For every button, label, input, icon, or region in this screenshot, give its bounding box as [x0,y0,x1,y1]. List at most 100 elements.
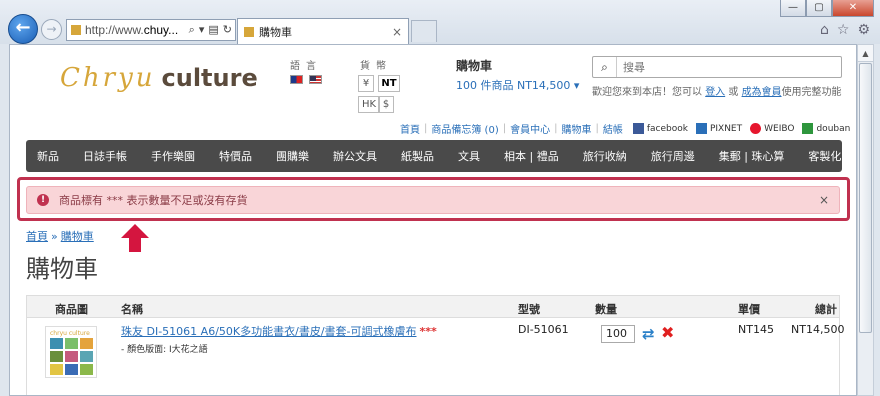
table-row: chryu culture 珠友 DI-51061 A6/50K多功能書衣/書皮… [27,318,844,395]
scroll-thumb[interactable] [859,63,872,333]
compat-view-icon[interactable]: ▤ [208,23,218,37]
language-label: 語言 [290,61,322,72]
minimize-button[interactable]: — [780,0,806,17]
header-unit-price: 單價 [738,303,760,316]
facebook-icon [632,123,644,134]
toplink-cart[interactable]: 購物車 [561,121,591,136]
unit-price: NT145 [738,323,774,336]
cart-count[interactable]: 100 件商品 NT14,500 ▾ [456,77,579,93]
currency-hk[interactable]: HK [358,96,380,113]
scroll-up-button[interactable]: ▲ [858,45,873,62]
site-logo[interactable]: Chryu culture [60,63,258,93]
breadcrumb-home[interactable]: 首頁 [26,230,48,243]
vertical-scrollbar[interactable]: ▲ [857,44,874,396]
social-pixnet[interactable]: PIXNET [710,124,742,134]
cart-table: 商品圖 名稱 型號 數量 單價 總計 chryu culture 珠友 DI-5… [26,295,844,395]
quantity-input[interactable]: 100 [601,325,635,343]
search-input[interactable] [617,60,817,74]
address-url: http://www.chuy... [85,23,179,37]
currency-yen[interactable]: ¥ [358,75,374,92]
search-icon[interactable]: ⌕ [593,57,617,77]
taiwan-flag-icon[interactable] [290,75,303,84]
nav-item-group-buy[interactable]: 團購樂 [276,148,309,164]
nav-item-planner[interactable]: 日誌手帳 [83,148,127,164]
breadcrumb: 首頁» 購物車 [26,230,94,243]
search-icon[interactable]: ⌕ [189,23,195,37]
back-button[interactable]: ← [8,14,38,44]
toplink-checkout[interactable]: 結帳 [603,121,623,136]
pixnet-icon [695,123,707,134]
close-window-button[interactable]: ✕ [832,0,874,17]
address-bar[interactable]: http://www.chuy... ⌕ ▾ ▤ ↻ [66,19,236,41]
login-link[interactable]: 登入 [705,87,725,98]
weibo-icon [750,123,762,134]
social-facebook[interactable]: facebook [647,124,688,134]
table-header: 商品圖 名稱 型號 數量 單價 總計 [27,296,839,318]
register-link[interactable]: 成為會員 [742,87,782,98]
cart-title: 購物車 [456,59,493,73]
currency-selector: 貨幣 ¥ NT HK $ [358,57,400,113]
nav-item-office[interactable]: 辦公文具 [333,148,377,164]
product-thumbnail[interactable]: chryu culture [45,326,97,378]
nav-item-stationery[interactable]: 文具 [458,148,480,164]
update-quantity-icon[interactable]: ⇄ [642,325,655,343]
main-nav: 新品 日誌手帳 手作樂園 特價品 團購樂 辦公文具 紙製品 文具 相本 | 禮品… [26,140,842,172]
forward-button[interactable]: → [41,19,62,40]
new-tab-button[interactable] [411,20,437,42]
stock-warning-alert: ! 商品標有 *** 表示數量不足或沒有存貨 × [26,186,840,214]
tab-close-icon[interactable]: × [392,25,402,39]
maximize-button[interactable]: ▢ [806,0,832,17]
product-name-link[interactable]: 珠友 DI-51061 A6/50K多功能書衣/書皮/書套-可調式橡膚布 [121,325,417,338]
up-arrow-annotation [121,224,149,252]
header-name: 名稱 [121,303,143,316]
nav-item-stamp-abacus[interactable]: 集郵 | 珠心算 [719,148,785,164]
currency-usd[interactable]: $ [378,96,394,113]
nav-item-custom[interactable]: 客製化 [808,148,841,164]
social-weibo[interactable]: WEIBO [764,124,794,134]
product-name-cell: 珠友 DI-51061 A6/50K多功能書衣/書皮/書套-可調式橡膚布 *** … [121,323,437,355]
nav-item-craft[interactable]: 手作樂園 [151,148,195,164]
nav-item-new[interactable]: 新品 [37,148,59,164]
favorites-star-icon[interactable]: ☆ [837,22,850,38]
top-links: 首頁 | 商品備忘簿 (0) | 會員中心 | 購物車 | 結帳 facebook PI… [400,121,851,136]
nav-item-paper[interactable]: 紙製品 [401,148,434,164]
currency-label: 貨幣 [360,61,392,72]
tab-title: 購物車 [259,25,292,39]
header-total: 總計 [815,303,837,316]
breadcrumb-cart[interactable]: 購物車 [61,230,94,243]
toplink-wishlist[interactable]: 商品備忘簿 (0) [431,121,498,136]
window-controls: — ▢ ✕ [780,0,874,17]
page-title: 購物車 [26,255,98,283]
nav-item-travel-storage[interactable]: 旅行收納 [583,148,627,164]
refresh-icon[interactable]: ↻ [223,23,232,37]
welcome-text: 歡迎您來到本店！您可以 登入 或 成為會員使用完整功能 [592,87,842,98]
douban-icon [802,123,814,134]
alert-icon: ! [37,194,49,206]
nav-item-sale[interactable]: 特價品 [219,148,252,164]
nav-item-album-gift[interactable]: 相本 | 禮品 [504,148,559,164]
search-box: ⌕ [592,56,842,78]
product-option: - 顏色版面: I大花之語 [121,345,208,355]
social-douban[interactable]: douban [816,124,850,134]
tab-favicon [244,26,254,37]
header-model: 型號 [518,303,540,316]
toplink-home[interactable]: 首頁 [400,121,420,136]
site-favicon [71,25,81,35]
nav-item-travel-accessories[interactable]: 旅行周邊 [651,148,695,164]
us-flag-icon[interactable] [309,75,322,84]
alert-message: 商品標有 *** 表示數量不足或沒有存貨 [59,194,248,207]
cart-summary[interactable]: 購物車 100 件商品 NT14,500 ▾ [456,57,579,93]
home-icon[interactable]: ⌂ [820,22,829,38]
toplink-account[interactable]: 會員中心 [510,121,550,136]
header-image: 商品圖 [55,303,88,316]
language-selector: 語言 [290,57,322,84]
dropdown-icon[interactable]: ▾ [199,23,205,37]
product-model: DI-51061 [518,323,569,336]
alert-close-icon[interactable]: × [819,193,829,207]
settings-gear-icon[interactable]: ⚙ [857,22,870,38]
browser-tab[interactable]: 購物車 × [237,18,409,44]
browser-chrome: — ▢ ✕ ← → http://www.chuy... ⌕ ▾ ▤ ↻ 購物車… [0,0,880,44]
stock-warning-stars: *** [419,325,437,338]
currency-nt[interactable]: NT [378,75,400,92]
remove-item-icon[interactable]: ✖ [661,323,674,342]
